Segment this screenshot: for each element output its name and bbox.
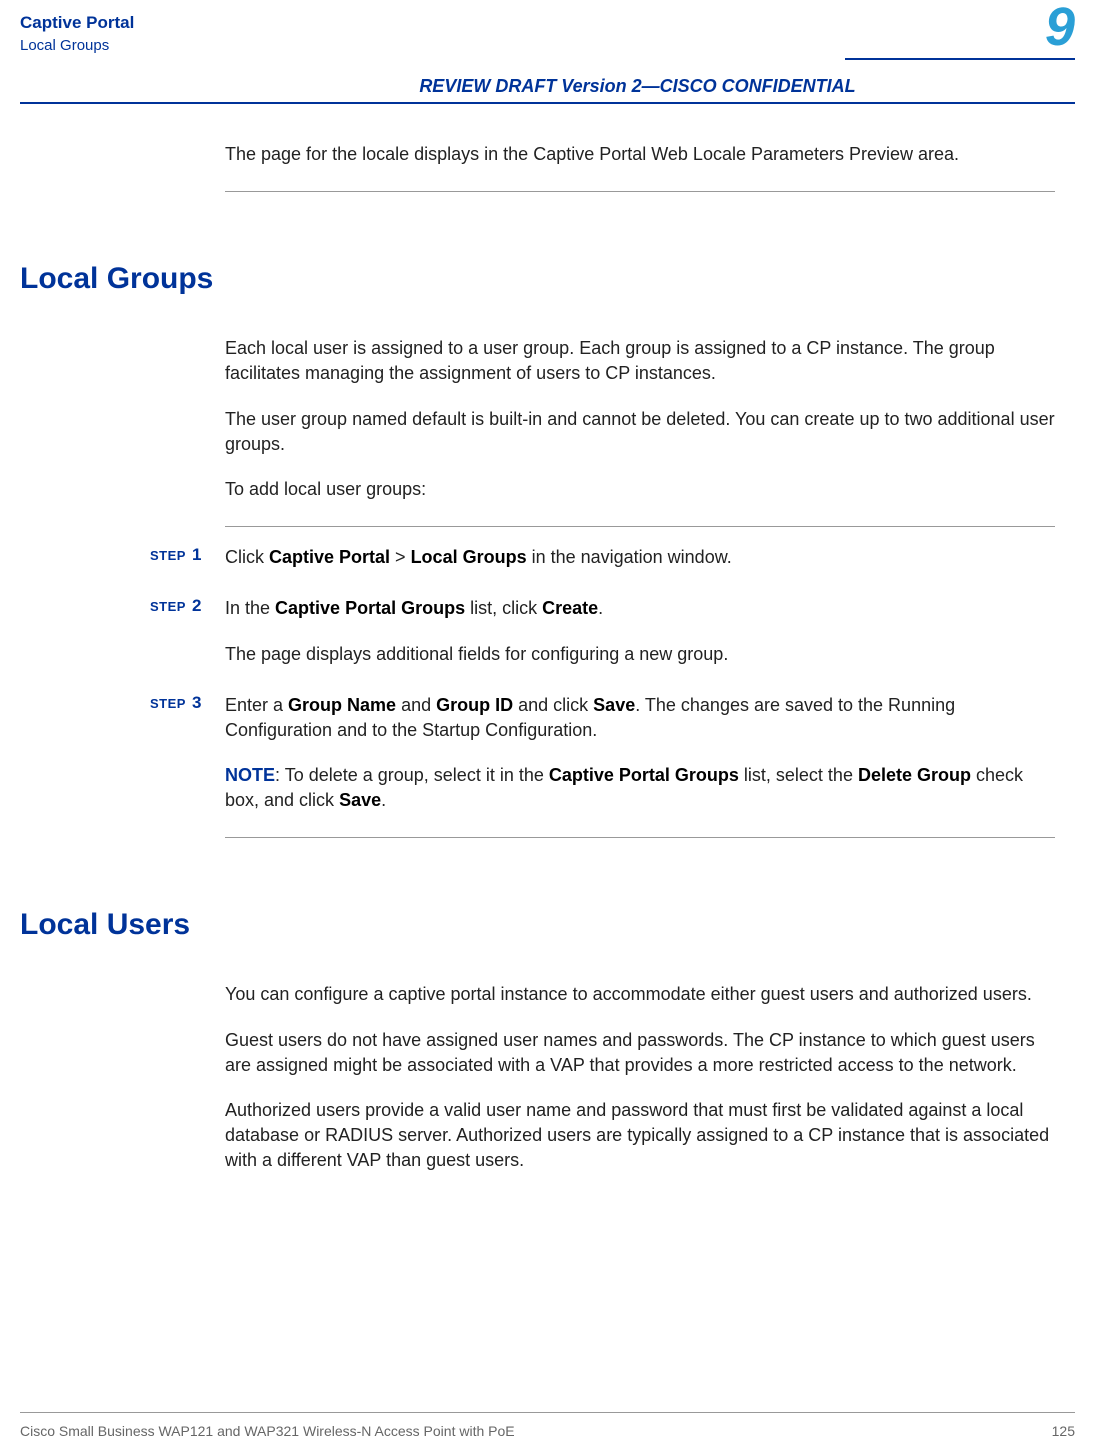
page-footer: Cisco Small Business WAP121 and WAP321 W…: [20, 1423, 1075, 1439]
footer-left: Cisco Small Business WAP121 and WAP321 W…: [20, 1423, 515, 1439]
review-draft-banner: REVIEW DRAFT Version 2—CISCO CONFIDENTIA…: [220, 76, 1055, 97]
local-groups-p2: The user group named default is built-in…: [225, 407, 1055, 457]
local-users-p2: Guest users do not have assigned user na…: [225, 1028, 1055, 1078]
p2-default: default: [412, 409, 466, 429]
step-3: STEP3 Enter a Group Name and Group ID an…: [225, 693, 1055, 814]
page-content: The page for the locale displays in the …: [0, 142, 1095, 1174]
chapter-underline: [845, 58, 1075, 60]
chapter-title: Captive Portal: [20, 12, 1055, 34]
step-1: STEP1 Click Captive Portal > Local Group…: [225, 545, 1055, 570]
local-users-heading: Local Users: [20, 908, 1055, 942]
steps-rule-bottom: [225, 837, 1055, 838]
local-groups-heading: Local Groups: [20, 262, 1055, 296]
local-users-p3: Authorized users provide a valid user na…: [225, 1098, 1055, 1174]
chapter-number: 9: [1045, 0, 1075, 54]
local-groups-p1: Each local user is assigned to a user gr…: [225, 336, 1055, 386]
step-3-text: Enter a Group Name and Group ID and clic…: [225, 693, 1055, 743]
page-header: Captive Portal Local Groups 9 REVIEW DRA…: [0, 0, 1095, 90]
step-2-text: In the Captive Portal Groups list, click…: [225, 596, 1055, 621]
step-1-text: Click Captive Portal > Local Groups in t…: [225, 545, 1055, 570]
intro-paragraph: The page for the locale displays in the …: [225, 142, 1055, 167]
step-3-label: STEP3: [150, 693, 202, 713]
step-2-label: STEP2: [150, 596, 202, 616]
step-2-sub: The page displays additional fields for …: [225, 642, 1055, 667]
step-1-label: STEP1: [150, 545, 202, 565]
footer-rule: [20, 1412, 1075, 1413]
step-3-note: NOTE: To delete a group, select it in th…: [225, 763, 1055, 813]
section-rule: [225, 191, 1055, 192]
header-rule: [20, 102, 1075, 104]
steps-rule-top: [225, 526, 1055, 527]
local-users-p1: You can configure a captive portal insta…: [225, 982, 1055, 1007]
local-groups-p3: To add local user groups:: [225, 477, 1055, 502]
note-label: NOTE: [225, 765, 275, 785]
p2-a: The user group named: [225, 409, 412, 429]
page-number: 125: [1052, 1423, 1075, 1439]
step-2: STEP2 In the Captive Portal Groups list,…: [225, 596, 1055, 666]
section-name: Local Groups: [20, 36, 1055, 56]
